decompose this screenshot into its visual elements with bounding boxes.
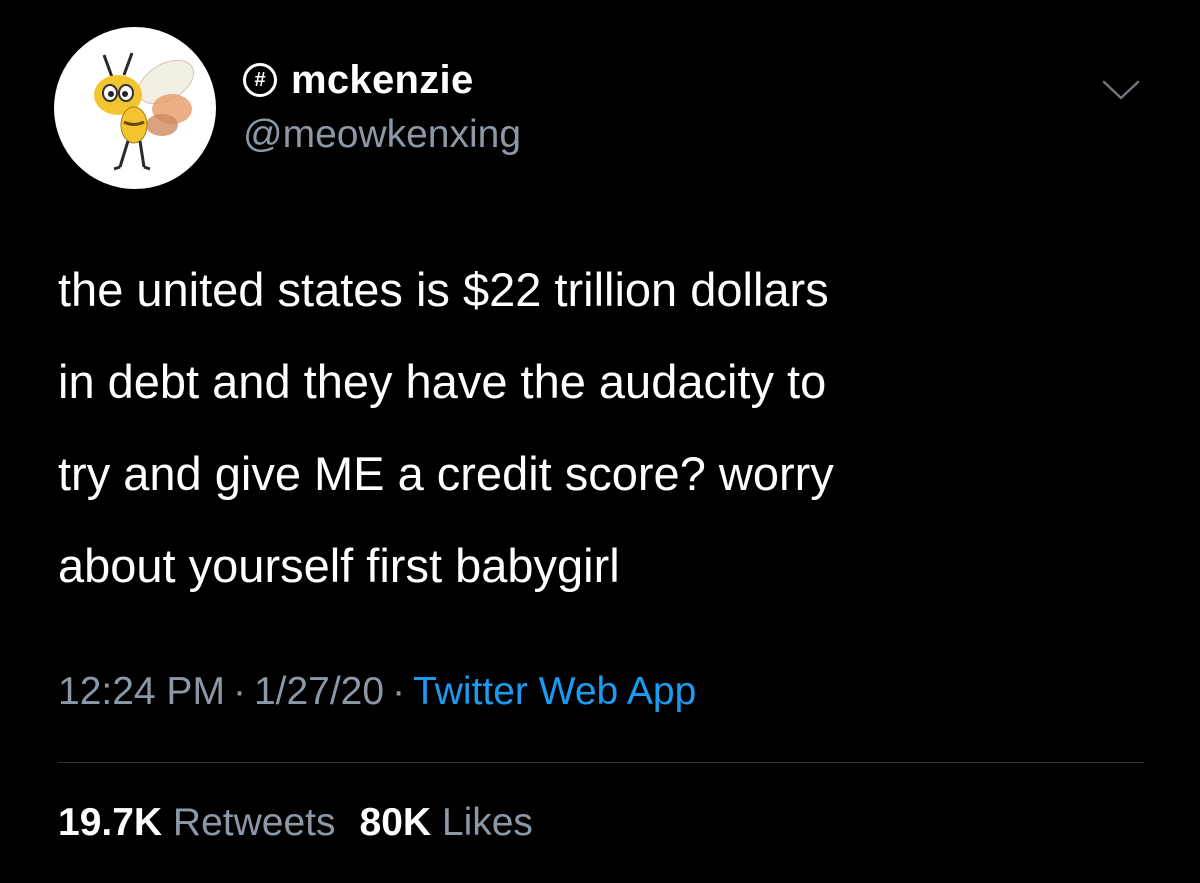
meta-separator: ·: [232, 670, 246, 713]
display-name-row[interactable]: # mckenzie: [243, 55, 474, 105]
meta-separator: ·: [392, 670, 406, 713]
likes-count: 80K: [359, 801, 432, 844]
retweets-label: Retweets: [172, 801, 336, 844]
divider: [58, 762, 1144, 763]
likes-stat[interactable]: 80K Likes: [360, 801, 533, 844]
chevron-down-icon[interactable]: [1101, 78, 1141, 102]
tweet-source-link[interactable]: Twitter Web App: [413, 670, 696, 713]
tweet-time[interactable]: 12:24 PM: [58, 670, 225, 713]
tweet-text-line: try and give ME a credit score? worry: [58, 447, 834, 500]
tweet-date[interactable]: 1/27/20: [254, 670, 384, 713]
retweets-stat[interactable]: 19.7K Retweets: [58, 801, 336, 844]
likes-label: Likes: [441, 801, 533, 844]
bee-character-avatar-icon: [94, 52, 194, 171]
tweet-stats: 19.7K Retweets 80K Likes: [58, 801, 533, 845]
hash-circle-icon: #: [243, 63, 277, 97]
user-handle[interactable]: @meowkenxing: [243, 113, 521, 157]
retweets-count: 19.7K: [58, 801, 163, 844]
tweet-text-line: the united states is $22 trillion dollar…: [58, 263, 829, 316]
tweet-text-line: in debt and they have the audacity to: [58, 355, 827, 408]
avatar[interactable]: [54, 27, 216, 189]
tweet-text: the united states is $22 trillion dollar…: [58, 244, 1158, 612]
tweet-card: # mckenzie @meowkenxing the united state…: [0, 0, 1200, 883]
tweet-text-line: about yourself first babygirl: [58, 539, 620, 592]
display-name[interactable]: mckenzie: [291, 58, 474, 103]
tweet-metadata: 12:24 PM · 1/27/20 · Twitter Web App: [58, 670, 696, 714]
